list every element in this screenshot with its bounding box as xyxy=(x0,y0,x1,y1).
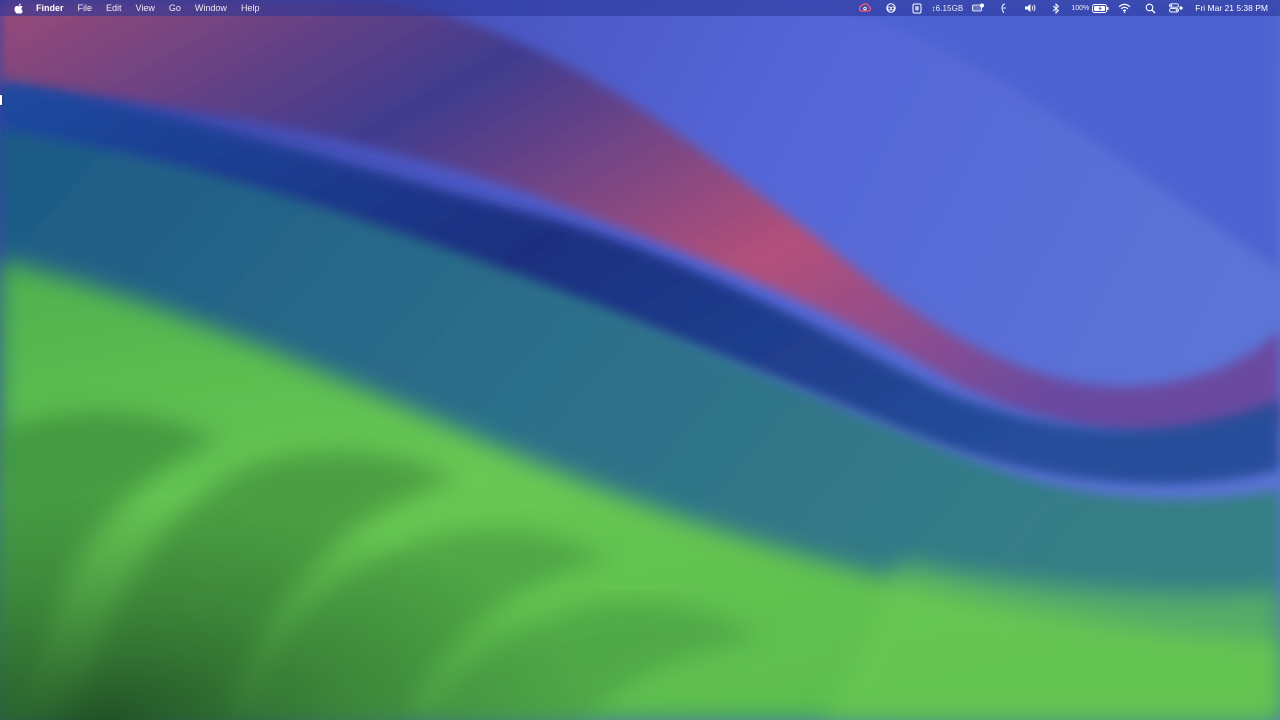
menu-go[interactable]: Go xyxy=(162,0,188,16)
menu-bar: Finder File Edit View Go Window Help ↕6.… xyxy=(0,0,1280,16)
creative-cloud-icon[interactable] xyxy=(852,0,878,16)
focus-mode-icon[interactable] xyxy=(965,0,991,16)
menu-help[interactable]: Help xyxy=(234,0,267,16)
menu-app-name[interactable]: Finder xyxy=(36,0,71,16)
desktop-wallpaper xyxy=(0,0,1280,720)
apple-logo-icon[interactable] xyxy=(12,0,24,16)
battery-percent: 100% xyxy=(1071,4,1090,12)
wifi-icon[interactable] xyxy=(1111,0,1137,16)
shield-icon[interactable] xyxy=(904,0,930,16)
text-cursor-icon xyxy=(0,95,2,105)
menu-bar-status: ↕6.15GB 100% Fri Mar 21 5:38 PM xyxy=(852,0,1273,16)
menu-view[interactable]: View xyxy=(129,0,162,16)
desktop[interactable]: Finder File Edit View Go Window Help ↕6.… xyxy=(0,0,1280,720)
sync-icon[interactable] xyxy=(878,0,904,16)
battery-indicator[interactable]: 100% xyxy=(1069,0,1111,16)
bluetooth-icon[interactable] xyxy=(1043,0,1069,16)
spotlight-search-icon[interactable] xyxy=(1137,0,1163,16)
control-center-icon[interactable] xyxy=(1163,0,1189,16)
menu-clock[interactable]: Fri Mar 21 5:38 PM xyxy=(1189,3,1272,13)
menu-edit[interactable]: Edit xyxy=(99,0,129,16)
accessibility-icon[interactable] xyxy=(991,0,1017,16)
network-speed-indicator[interactable]: ↕6.15GB xyxy=(930,0,966,16)
battery-icon xyxy=(1092,3,1109,13)
menu-window[interactable]: Window xyxy=(188,0,234,16)
menu-file[interactable]: File xyxy=(71,0,100,16)
menu-bar-left: Finder File Edit View Go Window Help xyxy=(12,0,266,16)
volume-icon[interactable] xyxy=(1017,0,1043,16)
